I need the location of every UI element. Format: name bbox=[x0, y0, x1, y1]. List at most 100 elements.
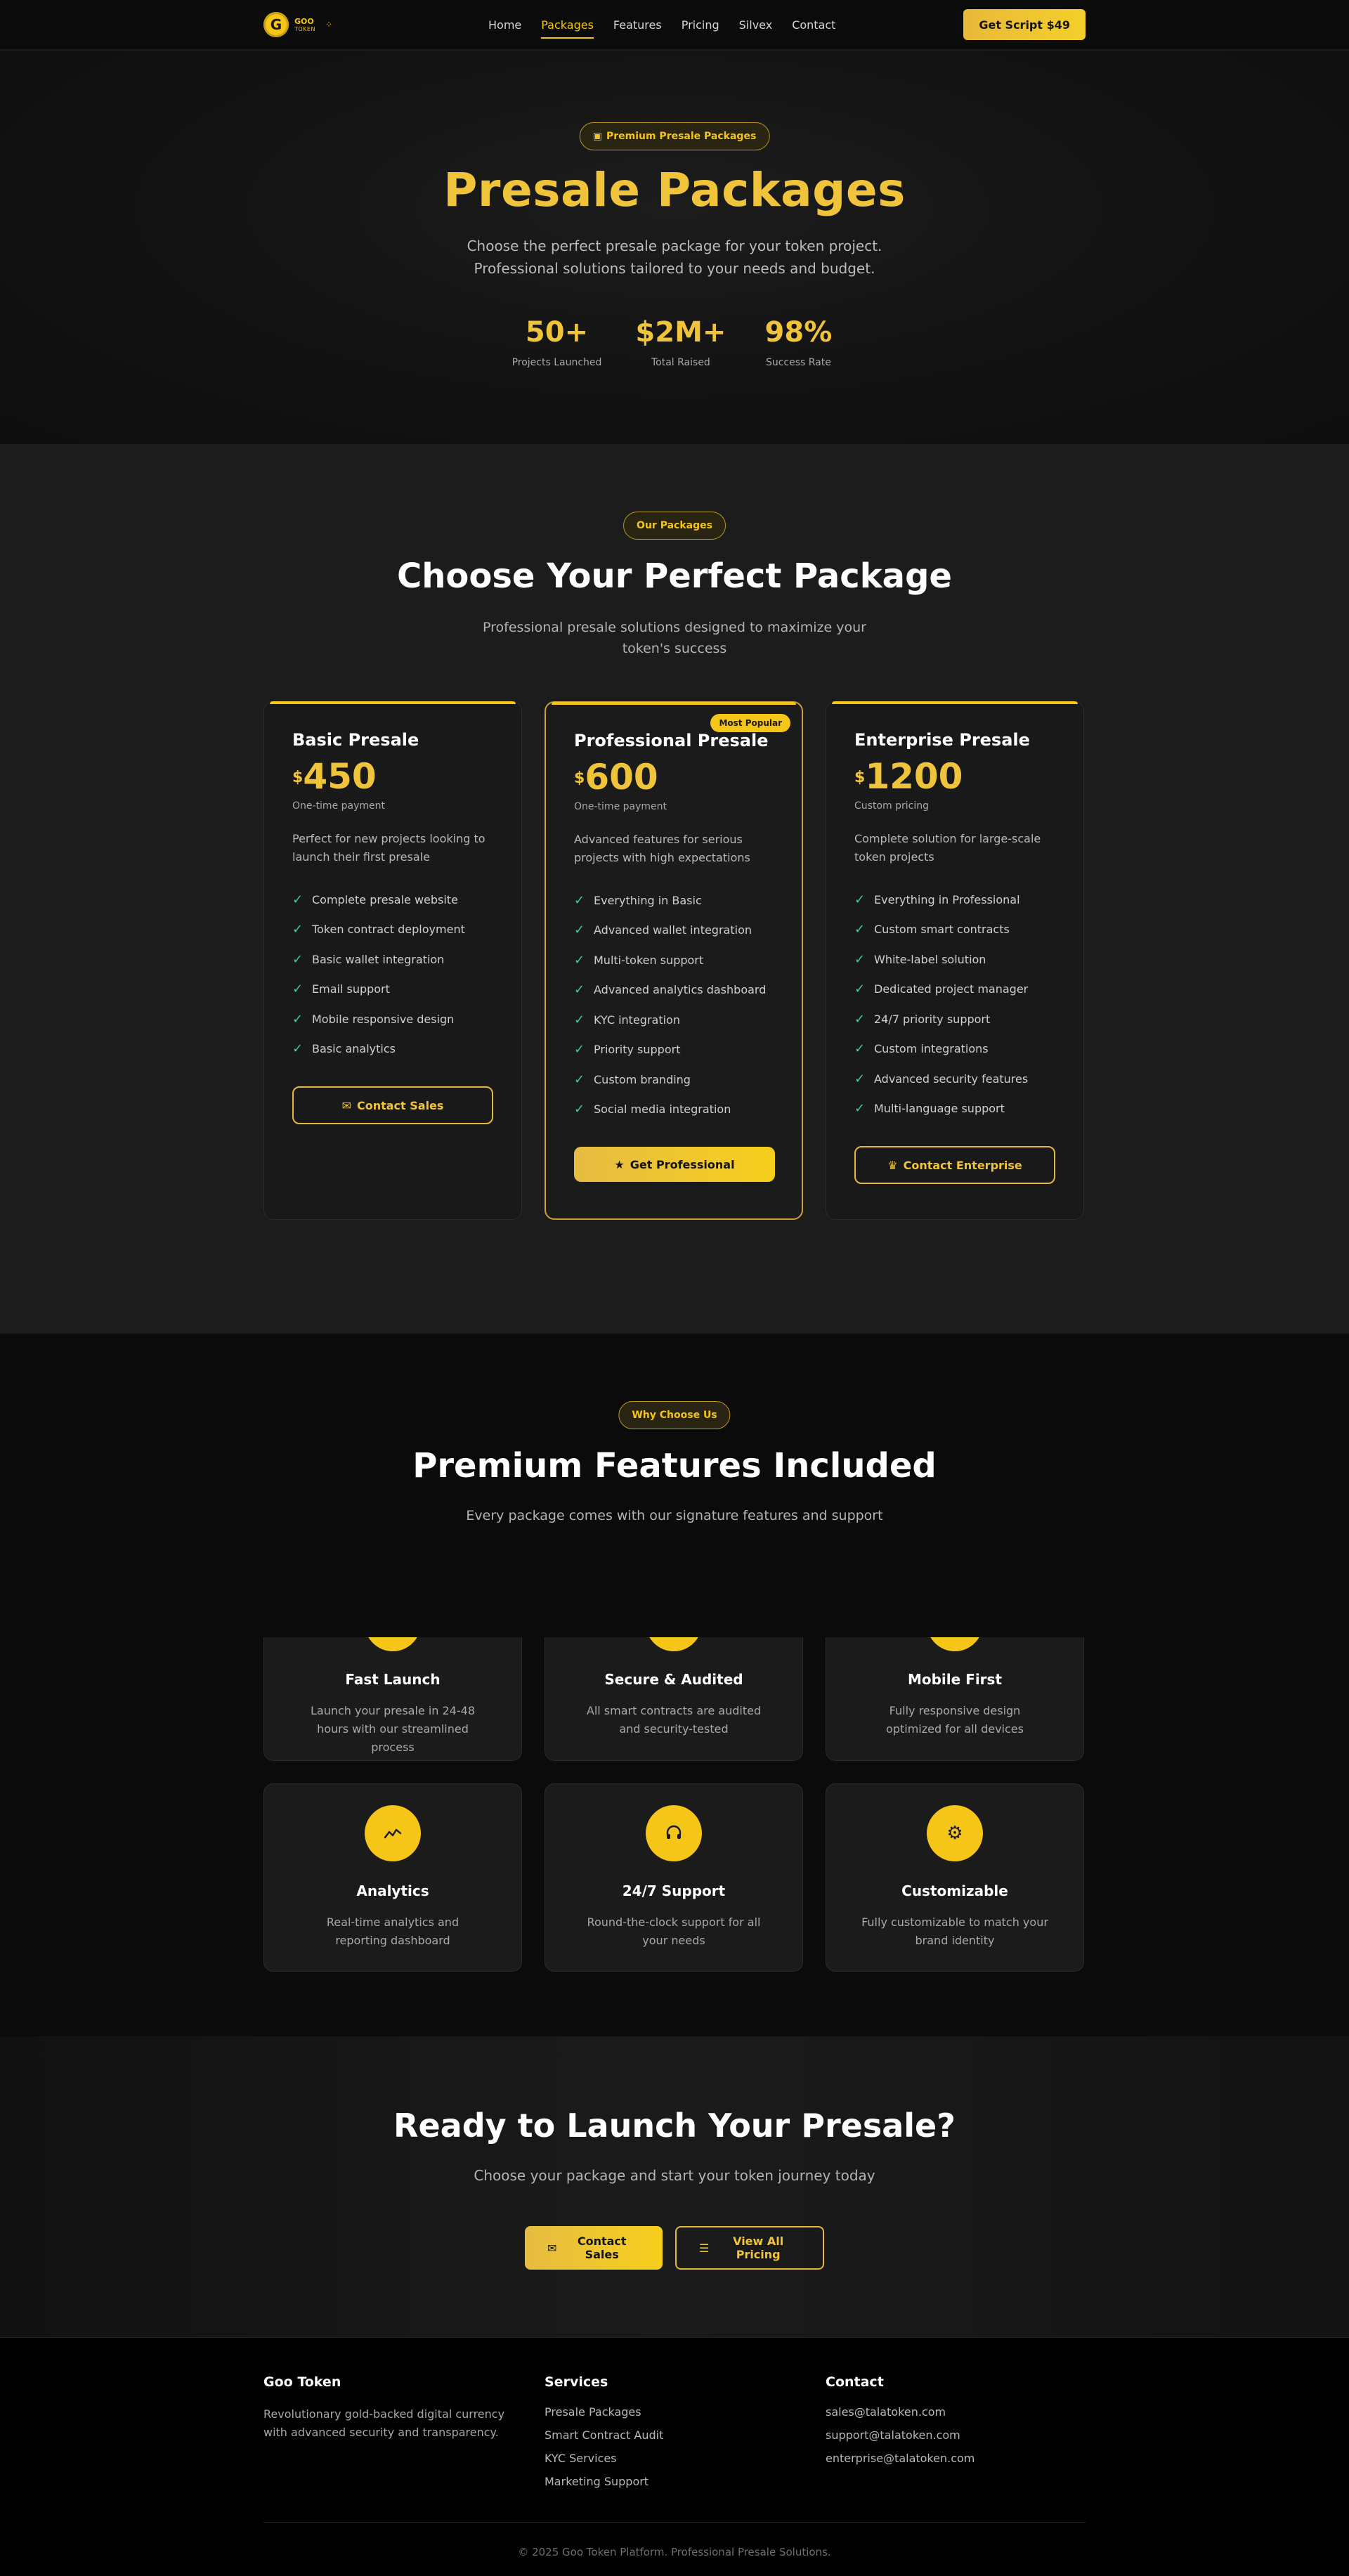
feature-item: ✓ Basic analytics bbox=[292, 1034, 493, 1065]
footer-heading: Services bbox=[545, 2374, 608, 2390]
contact-email[interactable]: sales@talatoken.com bbox=[826, 2405, 1084, 2428]
feature-label: Complete presale website bbox=[312, 892, 458, 906]
feature-title: Mobile First bbox=[907, 1671, 1003, 1688]
price-note: One-time payment bbox=[574, 801, 667, 812]
logo-mark: G bbox=[263, 12, 289, 37]
feature-list: ✓ Complete presale website ✓ Token contrac… bbox=[292, 885, 493, 1064]
nav-link-contact[interactable]: Contact bbox=[792, 14, 835, 36]
card-price: $1200 bbox=[854, 758, 1055, 795]
stat-success: 98% Success Rate bbox=[760, 316, 837, 368]
copyright: © 2025 Goo Token Platform. Professional … bbox=[518, 2546, 831, 2558]
mobile-icon: ▯ bbox=[927, 1637, 983, 1651]
top-navbar: G GOO TOKEN ⁘ Home Packages Features Pri… bbox=[0, 0, 1349, 51]
contact-enterprise-button[interactable]: ♛ Contact Enterprise bbox=[854, 1146, 1055, 1184]
pricing-card-basic: Basic Presale $450 One-time payment Perf… bbox=[263, 701, 522, 1220]
footer-link[interactable]: Presale Packages bbox=[545, 2405, 803, 2428]
get-script-button[interactable]: Get Script $49 bbox=[963, 9, 1086, 40]
feature-title: Fast Launch bbox=[345, 1671, 441, 1688]
hero-subtitle-line: Choose the perfect presale package for y… bbox=[467, 238, 882, 254]
feature-description: Launch your presale in 24-48 hours with … bbox=[311, 1704, 475, 1754]
feature-label: Mobile responsive design bbox=[312, 1012, 455, 1026]
card-title: Professional Presale bbox=[574, 731, 769, 750]
feature-description: Round-the-clock support for all your nee… bbox=[587, 1915, 761, 1947]
footer-link[interactable]: KYC Services bbox=[545, 2452, 803, 2475]
logo[interactable]: G GOO TOKEN ⁘ bbox=[263, 12, 332, 37]
hero-stats: 50+ Projects Launched $2M+ Total Raised … bbox=[512, 316, 838, 368]
footer-heading: Contact bbox=[826, 2374, 884, 2390]
footer-heading: Goo Token bbox=[263, 2374, 341, 2390]
card-description: Advanced features for serious projects w… bbox=[574, 833, 750, 864]
contact-email[interactable]: support@talatoken.com bbox=[826, 2428, 1084, 2452]
nav-link-pricing[interactable]: Pricing bbox=[682, 14, 719, 36]
check-icon: ✓ bbox=[574, 923, 585, 938]
footer-contact: Contact sales@talatoken.com support@tala… bbox=[826, 2374, 1084, 2498]
feature-label: 24/7 priority support bbox=[874, 1012, 991, 1026]
check-icon: ✓ bbox=[854, 982, 866, 997]
feature-label: Custom smart contracts bbox=[874, 923, 1010, 937]
contact-email[interactable]: enterprise@talatoken.com bbox=[826, 2452, 1084, 2475]
nav-link-packages[interactable]: Packages bbox=[541, 14, 594, 39]
view-all-pricing-button[interactable]: ☰ View All Pricing bbox=[675, 2226, 824, 2270]
feature-item: ✓ Social media integration bbox=[574, 1095, 774, 1125]
price-value: 450 bbox=[303, 756, 377, 797]
get-professional-button[interactable]: ★ Get Professional bbox=[574, 1147, 775, 1182]
feature-item: ✓ 24/7 priority support bbox=[854, 1004, 1055, 1034]
feature-item: ✓ KYC integration bbox=[574, 1005, 774, 1035]
check-icon: ✓ bbox=[854, 951, 866, 967]
feature-title: 24/7 Support bbox=[622, 1882, 726, 1899]
feature-label: Social media integration bbox=[594, 1102, 731, 1117]
logo-name: GOO bbox=[294, 16, 314, 26]
check-icon: ✓ bbox=[292, 1041, 304, 1057]
feature-title: Secure & Audited bbox=[604, 1671, 743, 1688]
check-icon: ✓ bbox=[292, 1011, 304, 1027]
feature-list: ✓ Everything in Professional ✓ Custom smar… bbox=[854, 885, 1055, 1124]
feature-title: Customizable bbox=[901, 1882, 1008, 1899]
stat-value: 98% bbox=[764, 316, 833, 349]
feature-label: Custom branding bbox=[594, 1072, 691, 1086]
check-icon: ✓ bbox=[574, 1102, 585, 1117]
hero-subtitle: Choose the perfect presale package for y… bbox=[0, 235, 1349, 280]
why-pill: Why Choose Us bbox=[618, 1401, 731, 1429]
check-icon: ✓ bbox=[854, 1041, 866, 1057]
feature-item: ✓ Everything in Basic bbox=[574, 885, 774, 916]
feature-card-secure: ⛨ Secure & Audited All smart contracts a… bbox=[545, 1637, 803, 1761]
feature-item: ✓ Advanced analytics dashboard bbox=[574, 975, 774, 1006]
price-value: 1200 bbox=[865, 756, 963, 797]
contact-sales-button[interactable]: ✉ Contact Sales bbox=[292, 1086, 493, 1124]
pricing-card-professional: Most Popular Professional Presale $600 O… bbox=[545, 701, 803, 1220]
footer-brand: Goo Token Revolutionary gold-backed digi… bbox=[263, 2374, 522, 2498]
card-title: Enterprise Presale bbox=[854, 730, 1030, 750]
gear-icon: ⚙ bbox=[927, 1805, 983, 1861]
feature-item: ✓ Priority support bbox=[574, 1035, 774, 1065]
nav-link-home[interactable]: Home bbox=[488, 14, 521, 36]
feature-description: All smart contracts are audited and secu… bbox=[586, 1704, 762, 1736]
chart-icon-svg bbox=[384, 1828, 402, 1839]
sparkle-icon: ⁘ bbox=[325, 20, 333, 30]
feature-label: Priority support bbox=[594, 1043, 681, 1057]
footer-link[interactable]: Marketing Support bbox=[545, 2475, 803, 2498]
button-label: Contact Sales bbox=[577, 2235, 627, 2261]
button-label: View All Pricing bbox=[733, 2235, 784, 2261]
feature-item: ✓ Custom smart contracts bbox=[854, 915, 1055, 945]
feature-card-mobile: ▯ Mobile First Fully responsive design o… bbox=[826, 1637, 1084, 1761]
feature-label: Basic wallet integration bbox=[312, 952, 445, 966]
rocket-icon: ➶ bbox=[365, 1637, 421, 1651]
footer-link[interactable]: Smart Contract Audit bbox=[545, 2428, 803, 2452]
cta-buttons: ✉ Contact Sales ☰ View All Pricing bbox=[525, 2226, 824, 2270]
feature-description: Real-time analytics and reporting dashbo… bbox=[326, 1915, 460, 1947]
cta-contact-sales-button[interactable]: ✉ Contact Sales bbox=[525, 2226, 663, 2270]
feature-card-support: 24/7 Support Round-the-clock support for… bbox=[545, 1783, 803, 1972]
nav-link-silvex[interactable]: Silvex bbox=[739, 14, 773, 36]
feature-label: Multi-language support bbox=[874, 1102, 1005, 1116]
hero-section: ▣ Premium Presale Packages Presale Packa… bbox=[0, 51, 1349, 444]
feature-list: ✓ Everything in Basic ✓ Advanced wallet in… bbox=[574, 885, 774, 1124]
hero-subtitle-line: Professional solutions tailored to your … bbox=[474, 260, 875, 277]
nav-link-features[interactable]: Features bbox=[613, 14, 662, 36]
check-icon: ✓ bbox=[292, 892, 304, 907]
feature-item: ✓ White-label solution bbox=[854, 944, 1055, 975]
footer-divider bbox=[263, 2522, 1086, 2523]
navbar-inner: G GOO TOKEN ⁘ Home Packages Features Pri… bbox=[263, 0, 1086, 49]
nav-links: Home Packages Features Pricing Silvex Co… bbox=[488, 0, 835, 49]
hero-title: Presale Packages bbox=[443, 163, 906, 217]
feature-label: Everything in Professional bbox=[874, 892, 1020, 906]
